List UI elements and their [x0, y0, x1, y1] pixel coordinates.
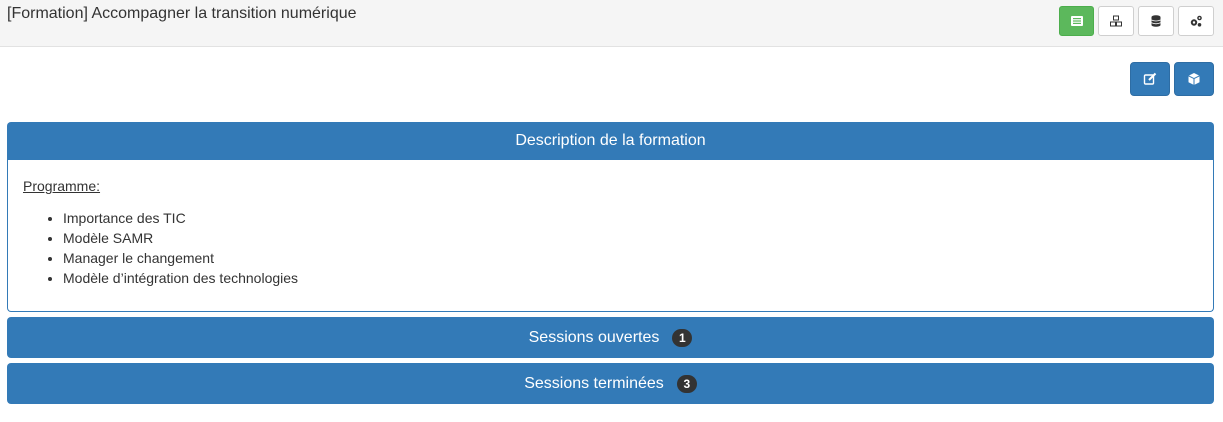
topic-list: Importance des TIC Modèle SAMR Manager l… [23, 208, 1198, 288]
cube-button[interactable] [1174, 62, 1214, 96]
edit-icon [1143, 72, 1157, 85]
finished-sessions-label: Sessions terminées [524, 374, 664, 392]
list-item: Modèle d’intégration des technologies [63, 268, 1198, 288]
description-panel-header[interactable]: Description de la formation [7, 122, 1214, 160]
open-sessions-count-badge: 1 [672, 328, 693, 347]
programme-label: Programme: [23, 178, 101, 194]
action-buttons [1130, 62, 1214, 96]
list-item: Modèle SAMR [63, 228, 1198, 248]
database-icon [1151, 15, 1161, 27]
description-panel: Description de la formation Programme: I… [7, 122, 1214, 312]
open-sessions-label: Sessions ouvertes [528, 328, 660, 346]
cubes-view-button[interactable] [1098, 6, 1134, 36]
page-title: [Formation] Accompagner la transition nu… [7, 5, 357, 22]
list-icon [1070, 16, 1083, 26]
open-sessions-toggle[interactable]: Sessions ouvertes 1 [7, 317, 1214, 358]
finished-sessions-count-badge: 3 [676, 374, 697, 393]
cube-icon [1188, 73, 1200, 85]
finished-sessions-toggle[interactable]: Sessions terminées 3 [7, 363, 1214, 404]
edit-button[interactable] [1130, 62, 1170, 96]
settings-view-button[interactable] [1178, 6, 1214, 36]
database-view-button[interactable] [1138, 6, 1174, 36]
list-item: Manager le changement [63, 248, 1198, 268]
list-view-button[interactable] [1059, 6, 1094, 36]
list-item: Importance des TIC [63, 208, 1198, 228]
view-switcher [1059, 6, 1214, 36]
cubes-icon [1110, 15, 1122, 27]
cogs-icon [1190, 15, 1202, 27]
description-panel-body: Programme: Importance des TIC Modèle SAM… [7, 160, 1214, 312]
top-bar: [Formation] Accompagner la transition nu… [0, 0, 1223, 47]
